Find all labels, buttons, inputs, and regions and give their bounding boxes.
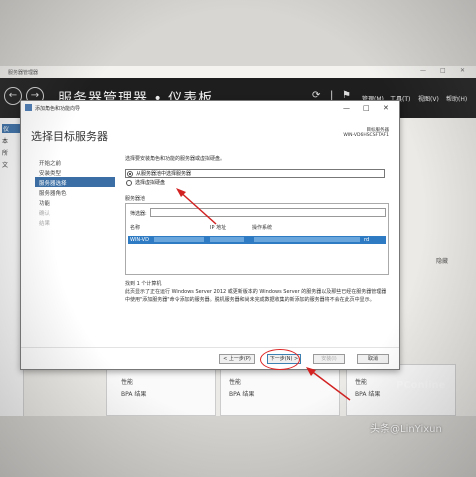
- watermark-text: 头条@LinYixun: [370, 424, 442, 435]
- annotation-arrowhead: [306, 367, 316, 376]
- annotation-layer: [176, 188, 351, 401]
- annotation-ellipse: [260, 349, 300, 370]
- annotation-arrow-line: [309, 369, 351, 401]
- watermark-logo: PConline: [396, 380, 446, 391]
- annotation-arrow-line: [177, 189, 217, 225]
